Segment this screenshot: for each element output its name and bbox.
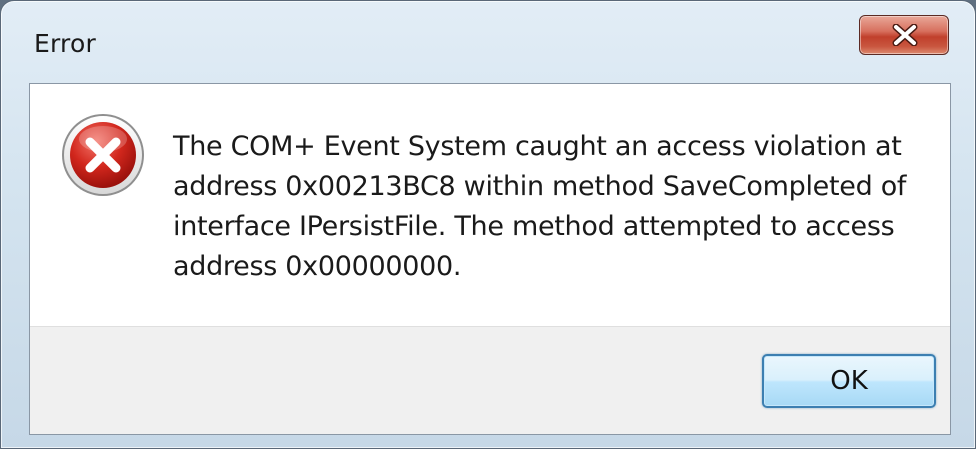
message-area: The COM+ Event System caught an access v… — [30, 84, 950, 326]
ok-button[interactable]: OK — [762, 354, 936, 408]
button-panel: OK — [30, 326, 950, 434]
error-message: The COM+ Event System caught an access v… — [173, 131, 907, 282]
error-dialog-window: Error The COM+ Event System caught an ac… — [0, 0, 976, 449]
dialog-title: Error — [34, 29, 96, 58]
error-icon — [62, 114, 144, 196]
dialog-body: The COM+ Event System caught an access v… — [29, 83, 951, 435]
close-icon — [892, 24, 918, 46]
close-button[interactable] — [859, 15, 949, 55]
